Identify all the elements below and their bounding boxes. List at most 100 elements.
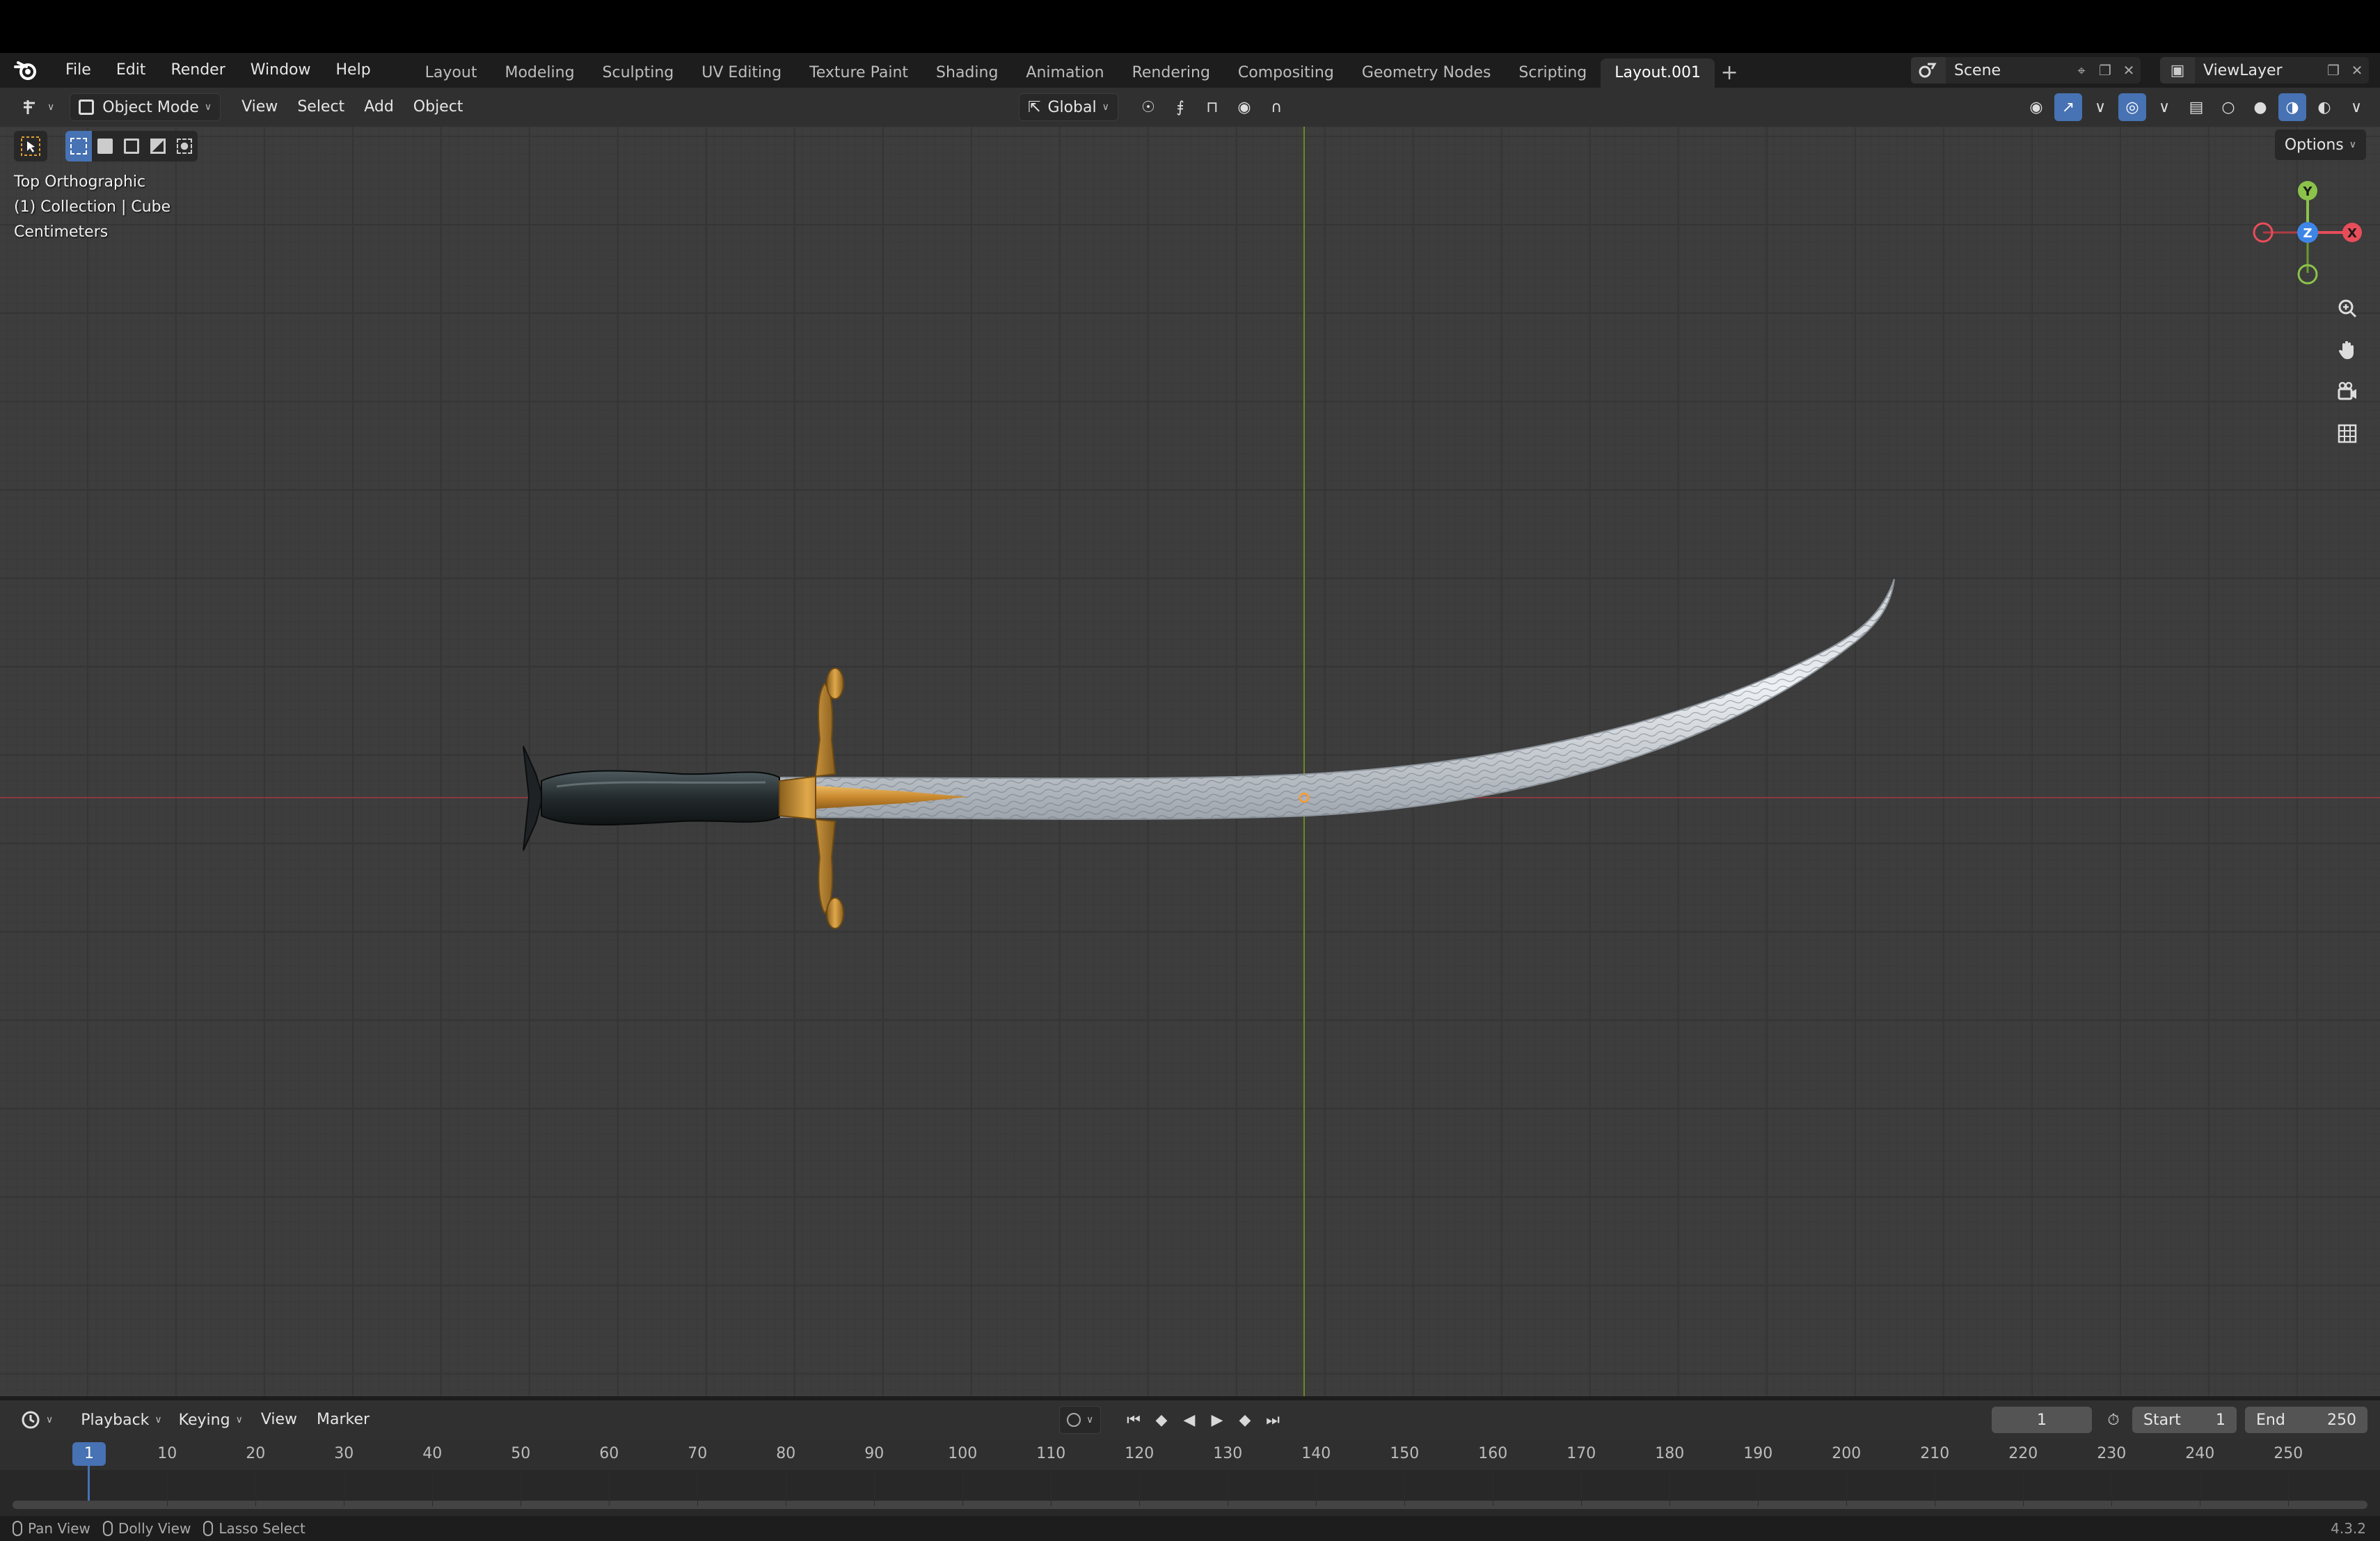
menu-marker[interactable]: Marker [307,1406,379,1434]
blender-logo-icon[interactable] [13,57,39,84]
wireframe-shading-icon[interactable]: ○ [2214,93,2242,121]
falloff-icon[interactable]: ∩ [1262,93,1290,121]
tab-sculpting[interactable]: Sculpting [589,58,688,88]
shading-dropdown-icon[interactable]: ∨ [2342,93,2370,121]
snap-target-icon[interactable]: ⊓ [1198,93,1226,121]
3d-viewport[interactable]: Top Orthographic (1) Collection | Cube C… [0,127,2380,1396]
menu-help[interactable]: Help [324,56,383,85]
timeline-scrollbar[interactable] [13,1501,2367,1509]
menu-keying[interactable]: Keying ∨ [170,1406,251,1434]
delete-scene-icon[interactable]: ✕ [2117,58,2141,82]
visibility-eye-icon[interactable]: ◉ [2022,93,2050,121]
new-view-layer-icon[interactable]: ❐ [2322,58,2345,82]
transform-orientation-dropdown[interactable]: ⇱ Global ∨ [1019,93,1118,121]
mouse-icon [203,1521,214,1536]
frame-ruler-label: 50 [511,1445,531,1462]
rendered-shading-icon[interactable]: ◐ [2310,93,2338,121]
frame-ruler-label: 110 [1036,1445,1066,1462]
frame-gridline [1581,1470,1582,1506]
frame-gridline [432,1470,434,1506]
delete-view-layer-icon[interactable]: ✕ [2345,58,2369,82]
new-scene-icon[interactable]: ❐ [2093,58,2117,82]
use-preview-range-icon[interactable]: ⏱ [2100,1407,2127,1433]
menu-add[interactable]: Add [354,93,404,121]
prev-keyframe-icon[interactable]: ◆ [1148,1407,1175,1433]
gizmo-dropdown-icon[interactable]: ∨ [2086,93,2114,121]
chevron-down-icon: ∨ [204,102,212,113]
play-reverse-icon[interactable]: ◀ [1176,1407,1203,1433]
frame-gridline [167,1470,168,1506]
frame-gridline [962,1470,964,1506]
end-frame-field[interactable]: End 250 [2245,1407,2367,1433]
gizmo-toggle-icon[interactable]: ↗ [2054,93,2082,121]
overlay-toggle-icon[interactable]: ◎ [2118,93,2146,121]
auto-keying-toggle[interactable]: ∨ [1059,1406,1102,1434]
frame-gridline [1316,1470,1317,1506]
scene-name[interactable]: Scene [1946,62,2070,79]
tab-animation[interactable]: Animation [1012,58,1118,88]
frame-gridline [1404,1470,1406,1506]
frame-gridline [1139,1470,1141,1506]
tab-layout-001[interactable]: Layout.001 [1601,58,1715,88]
menu-timeline-view[interactable]: View [251,1406,307,1434]
view-layer-icon[interactable]: ▣ [2160,57,2195,84]
current-frame-field[interactable]: 1 [1992,1407,2092,1433]
proportional-edit-icon[interactable]: ◉ [1230,93,1258,121]
menu-edit[interactable]: Edit [104,56,159,85]
tab-modeling[interactable]: Modeling [491,58,588,88]
menu-object[interactable]: Object [404,93,473,121]
frame-ruler-label: 160 [1478,1445,1508,1462]
scene-icon[interactable] [1911,57,1946,84]
editor-type-dropdown[interactable]: ∨ [13,93,63,121]
pivot-point-icon[interactable]: ☉ [1134,93,1162,121]
chevron-down-icon: ∨ [46,1414,54,1425]
tab-layout[interactable]: Layout [411,58,491,88]
tab-texture-paint[interactable]: Texture Paint [795,58,922,88]
jump-to-start-icon[interactable]: ⏮ [1120,1407,1147,1433]
frame-ruler-label: 190 [1743,1445,1773,1462]
status-lasso-select: Lasso Select [203,1520,306,1537]
next-keyframe-icon[interactable]: ◆ [1232,1407,1258,1433]
menu-view[interactable]: View [232,93,287,121]
frame-ruler-label: 250 [2274,1445,2303,1462]
menu-render[interactable]: Render [158,56,237,85]
view-layer-selector[interactable]: ▣ ViewLayer ❐ ✕ [2160,57,2369,84]
tab-uv-editing[interactable]: UV Editing [688,58,795,88]
tab-shading[interactable]: Shading [922,58,1012,88]
tab-scripting[interactable]: Scripting [1505,58,1601,88]
view-layer-name[interactable]: ViewLayer [2195,62,2322,79]
tab-compositing[interactable]: Compositing [1224,58,1348,88]
chevron-down-icon: ∨ [1102,102,1109,113]
playback-controls: ⏮ ◆ ◀ ▶ ◆ ⏭ [1120,1407,1286,1433]
start-frame-field[interactable]: Start 1 [2132,1407,2237,1433]
version-label: 4.3.2 [2331,1520,2366,1537]
frame-ruler-label: 220 [2008,1445,2038,1462]
playhead-line [88,1466,90,1502]
material-preview-shading-icon[interactable]: ◑ [2278,93,2306,121]
overlay-dropdown-icon[interactable]: ∨ [2150,93,2178,121]
jump-to-end-icon[interactable]: ⏭ [1260,1407,1286,1433]
current-frame-value: 1 [2037,1411,2047,1429]
mode-dropdown[interactable]: Object Mode ∨ [70,93,221,121]
timeline-area[interactable]: 10 20 30 40 50 60 70 80 90 100 110 120 130 140 150 160 1… [0,1439,2380,1516]
xray-toggle-icon[interactable]: ▤ [2182,93,2210,121]
status-dolly-label: Dolly View [118,1520,191,1537]
timeline-editor-type-dropdown[interactable]: ∨ [13,1406,61,1434]
add-workspace-icon[interactable]: + [1715,58,1744,88]
scene-selector[interactable]: Scene ⌖ ❐ ✕ [1911,57,2141,84]
start-value: 1 [2216,1411,2226,1429]
menu-playback[interactable]: Playback ∨ [72,1406,170,1434]
pin-icon[interactable]: ⌖ [2070,58,2093,82]
tab-geometry-nodes[interactable]: Geometry Nodes [1348,58,1505,88]
sword-object[interactable] [0,127,2380,1396]
frame-ruler-label: 120 [1125,1445,1155,1462]
menu-select[interactable]: Select [287,93,354,121]
menu-window[interactable]: Window [238,56,324,85]
play-icon[interactable]: ▶ [1204,1407,1230,1433]
tab-rendering[interactable]: Rendering [1118,58,1224,88]
snap-toggle-icon[interactable]: ⨎ [1166,93,1194,121]
solid-shading-icon[interactable]: ● [2246,93,2274,121]
current-frame-indicator[interactable]: 1 [72,1442,106,1466]
frame-gridline [874,1470,875,1506]
menu-file[interactable]: File [53,56,104,85]
